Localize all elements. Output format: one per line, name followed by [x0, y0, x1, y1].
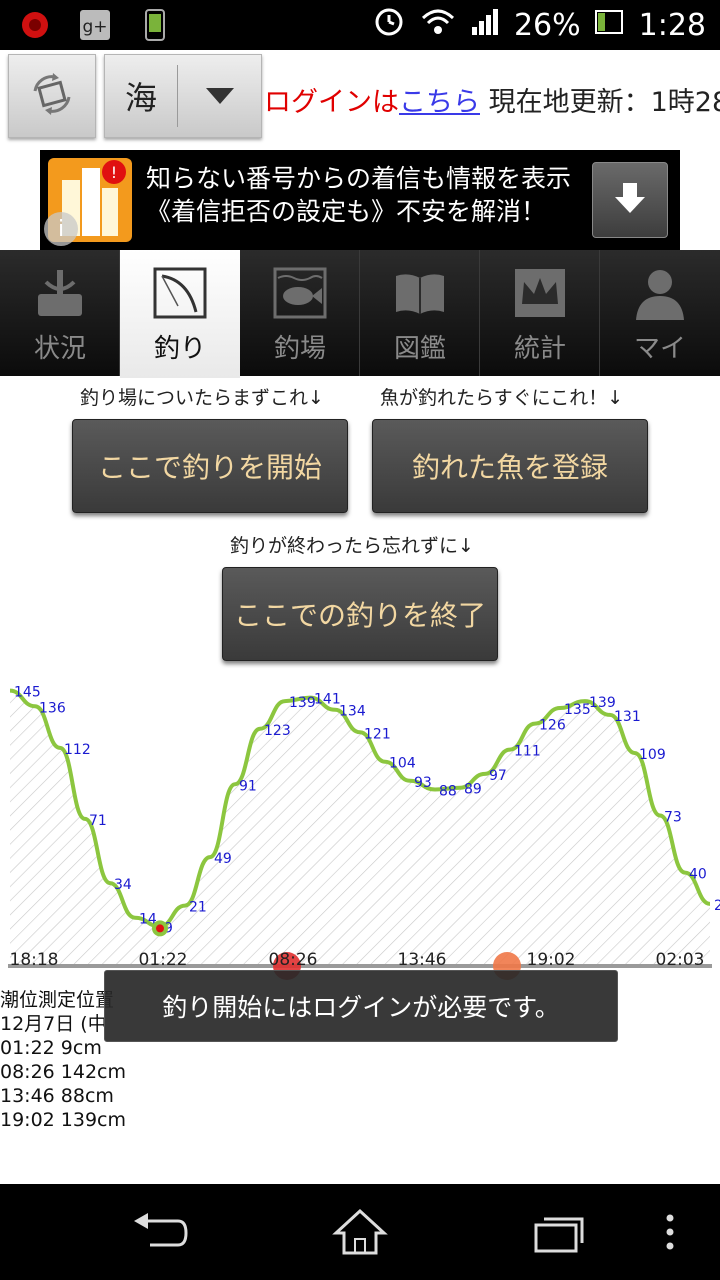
tide-value-label: 73: [664, 809, 682, 825]
back-icon[interactable]: [120, 1202, 200, 1262]
tab-label: 釣場: [273, 334, 326, 364]
download-arrow-icon: [613, 181, 647, 219]
crown-icon: [510, 264, 570, 322]
tide-value-label: 112: [64, 742, 91, 758]
tide-value-label: 40: [689, 867, 707, 883]
time-tick-label: 02:03: [656, 950, 705, 970]
tide-value-label: 141: [314, 692, 341, 708]
tab-fishing[interactable]: 釣り: [120, 250, 240, 378]
tab-status[interactable]: 状況: [0, 250, 120, 376]
ad-banner[interactable]: ! 知らない番号からの着信も情報を表示《着信拒否の設定も》不安を解消！: [40, 150, 680, 250]
login-link[interactable]: こちら: [399, 87, 480, 118]
tide-value-label: 134: [339, 704, 366, 720]
tide-row: 19:02 139cm: [0, 1109, 127, 1131]
current-position-marker: [156, 924, 164, 933]
time-tick-label: 13:46: [398, 950, 447, 970]
tide-value-label: 97: [489, 768, 507, 784]
tab-label: 図鑑: [393, 334, 446, 364]
time-tick-label: 18:18: [10, 950, 59, 970]
tab-my-page[interactable]: マイ: [600, 250, 720, 376]
area-type-value: 海: [124, 79, 157, 117]
rotate-icon: [29, 71, 75, 121]
hint-start: 釣り場についたらまずこれ↓: [80, 387, 324, 409]
tide-value-label: 139: [289, 695, 316, 711]
tide-value-label: 126: [539, 718, 566, 734]
user-icon: [630, 264, 690, 322]
tide-value-label: 131: [614, 709, 641, 725]
hint-end: 釣りが終わったら忘れずに↓: [230, 535, 474, 557]
alarm-icon: [372, 4, 406, 46]
rotate-button[interactable]: [8, 54, 96, 138]
tide-value-label: 49: [214, 851, 232, 867]
tide-value-label: 145: [14, 685, 41, 701]
recent-apps-icon[interactable]: [520, 1202, 600, 1262]
svg-text:g+: g+: [82, 17, 107, 37]
tab-label: 状況: [33, 334, 86, 364]
menu-icon[interactable]: [640, 1202, 700, 1262]
antenna-icon: [30, 264, 90, 322]
wifi-icon: [420, 6, 456, 44]
tide-value-label: 88: [439, 783, 457, 799]
start-fishing-button[interactable]: ここで釣りを開始: [72, 419, 348, 513]
tide-value-label: 104: [389, 756, 416, 772]
login-status: ログインはこちら 現在地更新：1時28: [264, 80, 720, 119]
tide-value-label: 123: [264, 723, 291, 739]
fishing-rod-icon: [150, 264, 210, 322]
tide-chart-svg: 1451361127134149214991123139141134121104…: [8, 685, 720, 980]
signal-icon: [470, 7, 500, 43]
select-divider: [177, 65, 178, 127]
phone-notification-icon: [138, 8, 172, 42]
tide-value-label: 93: [414, 775, 432, 791]
tab-label: マイ: [633, 334, 686, 364]
tide-value-label: 22: [714, 898, 720, 914]
register-catch-button[interactable]: 釣れた魚を登録: [372, 419, 648, 513]
tide-value-label: 136: [39, 700, 66, 716]
navigation-bar: [0, 1184, 720, 1280]
tide-value-label: 121: [364, 726, 391, 742]
battery-icon: [594, 7, 625, 43]
chevron-down-icon: [179, 55, 261, 137]
location-update-text: 現在地更新：1時28: [488, 87, 720, 118]
home-icon[interactable]: [320, 1202, 400, 1262]
tide-value-label: 111: [514, 744, 541, 760]
time-tick-label: 01:22: [139, 950, 188, 970]
main-tab-bar: 状況 釣り 釣場 図鑑 統計 マイ: [0, 250, 720, 378]
tide-row: 08:26 142cm: [0, 1061, 127, 1083]
battery-percent: 26%: [513, 7, 581, 43]
fish-icon: [270, 264, 330, 322]
tab-fishing-spots[interactable]: 釣場: [240, 250, 360, 376]
end-fishing-button[interactable]: ここでの釣りを終了: [222, 567, 498, 661]
tide-value-label: 109: [639, 747, 666, 763]
tide-chart: 145 136 112 71 34 14 9 21 49 91 123 139 141 134 121 104…: [0, 670, 720, 980]
area-type-select[interactable]: 海: [104, 54, 262, 138]
tide-value-label: 71: [89, 813, 107, 829]
tab-label: 釣り: [153, 334, 206, 364]
time-tick-label: 19:02: [527, 950, 576, 970]
tide-value-label: 91: [239, 778, 257, 794]
top-bar: 海 ログインはこちら 現在地更新：1時28: [0, 50, 720, 150]
tide-value-label: 21: [189, 900, 207, 916]
app-notification-icon: [18, 8, 52, 42]
time-tick-label: 08:26: [269, 950, 318, 970]
svg-text:!: !: [111, 163, 117, 182]
tab-label: 統計: [513, 334, 566, 364]
book-icon: [390, 264, 450, 322]
status-bar: g+ 26% 1:28: [0, 0, 720, 50]
tide-value-label: 139: [589, 695, 616, 711]
tide-value-label: 89: [464, 782, 482, 798]
ad-download-button[interactable]: [592, 162, 668, 238]
tide-value-label: 135: [564, 702, 591, 718]
ad-text: 知らない番号からの着信も情報を表示《着信拒否の設定も》不安を解消！: [146, 164, 572, 226]
login-prefix: ログインは: [264, 87, 399, 118]
tide-row: 13:46 88cm: [0, 1085, 114, 1107]
ad-info-icon[interactable]: i: [44, 212, 78, 246]
google-plus-icon: g+: [78, 8, 112, 42]
tab-statistics[interactable]: 統計: [480, 250, 600, 376]
tide-value-label: 34: [114, 877, 132, 893]
login-required-toast: 釣り開始にはログインが必要です。: [104, 970, 618, 1042]
clock: 1:28: [638, 7, 706, 43]
tab-encyclopedia[interactable]: 図鑑: [360, 250, 480, 376]
hint-register: 魚が釣れたらすぐにこれ！↓: [380, 387, 624, 409]
